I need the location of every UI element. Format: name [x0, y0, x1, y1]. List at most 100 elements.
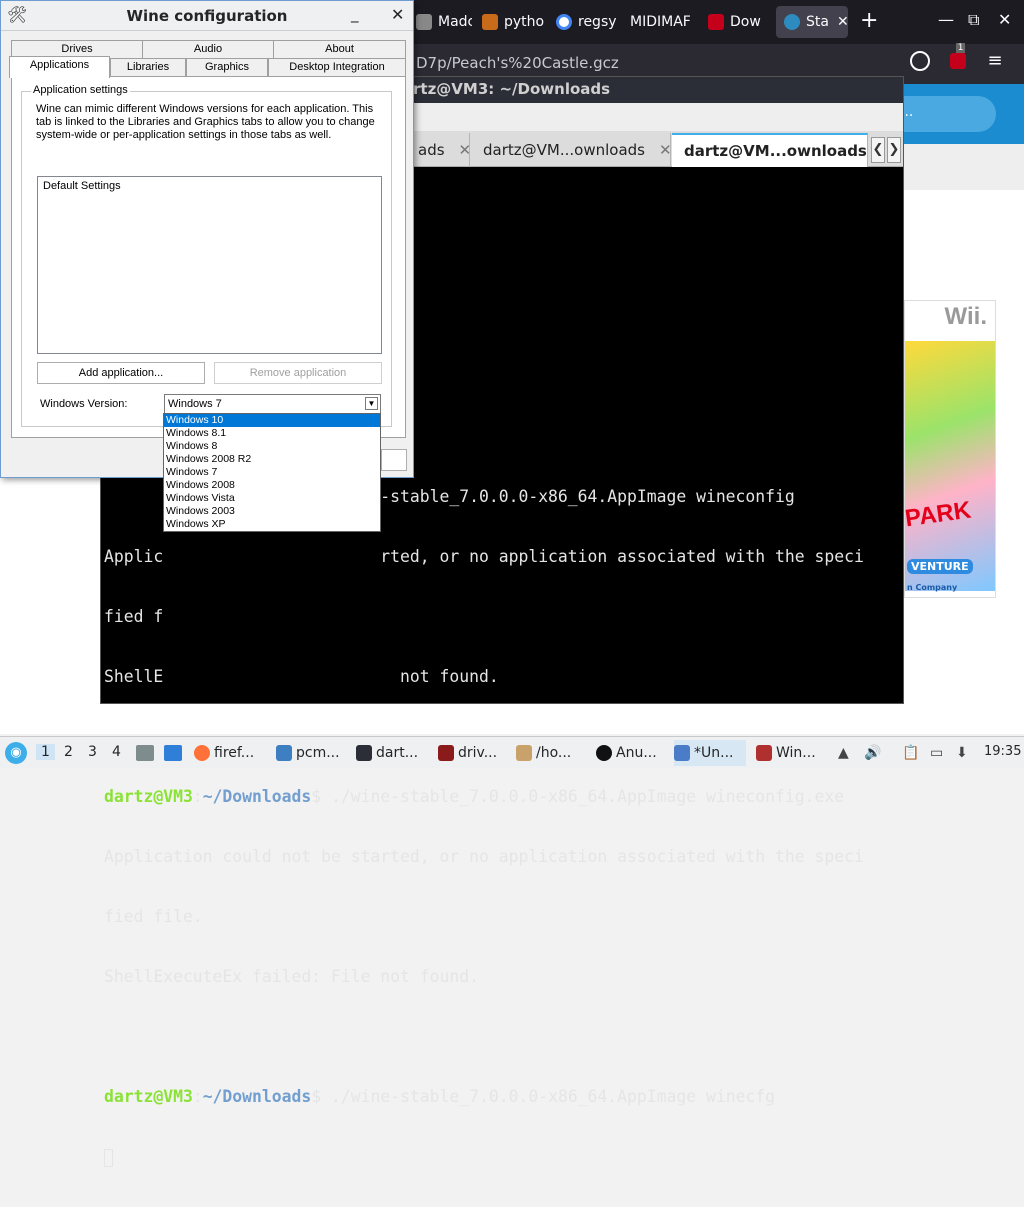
desktop-2[interactable]: 2 [64, 744, 73, 760]
volume-icon[interactable]: 🔊 [864, 745, 881, 761]
remove-application-button[interactable]: Remove application [214, 362, 382, 384]
tray-arrow-icon[interactable]: ▲ [838, 745, 849, 761]
dialog-titlebar[interactable]: 🛠 Wine configuration _ ✕ [1, 1, 413, 31]
clock: 19:35 [984, 744, 1022, 759]
version-option[interactable]: Windows 2003 [164, 505, 380, 518]
terminal-prompt-line: dartz@VM3:~/Downloads$ ./wine-stable_7.0… [104, 1087, 776, 1106]
terminal-output[interactable]: -stable_7.0.0.0-x86_64.AppImage wineconf… [104, 447, 900, 1207]
extension-icon[interactable]: 1 [949, 43, 966, 69]
close-icon[interactable]: ✕ [391, 5, 404, 24]
tab-graphics[interactable]: Graphics [186, 58, 268, 76]
close-tab-icon[interactable]: ✕ [459, 141, 469, 159]
prompt-command: $ ./wine-stable_7.0.0.0-x86_64.AppImage … [311, 787, 845, 806]
windows-version-value: Windows 7 [168, 398, 222, 410]
tab-favicon-icon [708, 14, 724, 30]
new-tab-button[interactable]: + [860, 8, 878, 33]
desktop-3[interactable]: 3 [88, 744, 97, 760]
task-wine[interactable]: Win... [756, 740, 828, 766]
prompt-command: $ ./wine-stable_7.0.0.0-x86_64.AppImage … [311, 1087, 776, 1106]
browser-tab[interactable]: pytho [474, 6, 546, 38]
clipboard-icon[interactable]: 📋 [902, 745, 919, 761]
tab-libraries[interactable]: Libraries [110, 58, 186, 76]
browser-tab[interactable]: MIDIMAF [622, 6, 700, 38]
application-list[interactable]: Default Settings [37, 176, 382, 354]
restore-icon[interactable]: ⧉ [968, 10, 979, 30]
close-icon[interactable]: ✕ [998, 10, 1011, 29]
browser-tab-active[interactable]: Sta ✕ [776, 6, 848, 38]
version-option[interactable]: Windows 2008 [164, 479, 380, 492]
prompt-path: ~/Downloads [202, 787, 312, 806]
terminal-line: ShellExecuteEx failed: File not found. [104, 967, 479, 986]
list-item[interactable]: Default Settings [43, 180, 121, 192]
url-bar[interactable]: D7p/Peach's%20Castle.gcz [416, 54, 619, 72]
version-option[interactable]: Windows 8.1 [164, 427, 380, 440]
desktop-4[interactable]: 4 [112, 744, 121, 760]
browser-tab[interactable]: regsy [548, 6, 622, 38]
task-terminal[interactable]: dart... [356, 740, 428, 766]
version-option[interactable]: Windows 8 [164, 440, 380, 453]
dialog-button[interactable] [381, 449, 407, 471]
terminal-cursor-line [104, 1147, 900, 1167]
tab-favicon-icon [416, 14, 432, 30]
task-anu[interactable]: Anu... [596, 740, 666, 766]
sync-icon[interactable] [910, 51, 930, 71]
desktop-1[interactable]: 1 [36, 744, 55, 760]
minimize-icon[interactable]: _ [351, 5, 359, 23]
terminal-icon [356, 745, 372, 761]
python-icon [482, 14, 498, 30]
task-pcmanfm[interactable]: pcm... [276, 740, 348, 766]
version-option[interactable]: Windows Vista [164, 492, 380, 505]
task-home[interactable]: /ho... [516, 740, 582, 766]
task-drive[interactable]: driv... [438, 740, 508, 766]
network-icon[interactable]: ▭ [930, 745, 943, 761]
task-editor[interactable]: *Un... [674, 740, 746, 766]
terminal-tab[interactable]: ads ✕ [406, 133, 470, 167]
windows-version-label: Windows Version: [40, 398, 128, 410]
browser-tab[interactable]: Madc [408, 6, 472, 38]
terminal-tab[interactable]: dartz@VM...ownloads ✕ [471, 133, 671, 167]
updates-icon[interactable]: ⬇ [956, 745, 968, 761]
version-option[interactable]: Windows XP [164, 518, 380, 531]
terminal-title: rtz@VM3: ~/Downloads [413, 80, 611, 98]
terminal-line: Applic rted, or no application associate… [104, 547, 864, 566]
version-option[interactable]: Windows 7 [164, 466, 380, 479]
terminal-tab-active[interactable]: dartz@VM...ownloads✕ [672, 133, 868, 167]
toolbar-icons: 1 ≡ [910, 43, 1003, 71]
terminal-cursor [104, 1148, 113, 1167]
version-option[interactable]: Windows 10 [164, 414, 380, 427]
game-cover-image: Wii. PARK VENTURE n Company [904, 300, 996, 598]
penguin-icon [596, 745, 612, 761]
version-option[interactable]: Windows 2008 R2 [164, 453, 380, 466]
folder-icon [276, 745, 292, 761]
menu-icon[interactable]: ≡ [987, 50, 1002, 71]
show-desktop-icon[interactable] [164, 745, 182, 761]
cover-art [905, 341, 995, 591]
scroll-right-icon[interactable]: ❯ [887, 137, 901, 163]
archive-icon [516, 745, 532, 761]
prompt-path: ~/Downloads [202, 1087, 312, 1106]
minimize-icon[interactable]: — [938, 10, 954, 29]
windows-version-select[interactable]: Windows 7 ▼ [164, 394, 381, 414]
description-text: Wine can mimic different Windows version… [36, 103, 375, 141]
close-tab-icon[interactable]: ✕ [837, 14, 848, 30]
tab-applications[interactable]: Applications [9, 56, 110, 78]
tab-desktop-integration[interactable]: Desktop Integration [268, 58, 406, 76]
start-menu-icon[interactable]: ◉ [5, 742, 27, 764]
close-tab-icon[interactable]: ✕ [659, 141, 670, 159]
task-firefox[interactable]: firef... [194, 740, 268, 766]
windows-version-dropdown[interactable]: Windows 10 Windows 8.1 Windows 8 Windows… [163, 413, 381, 532]
tab-about[interactable]: About [273, 40, 406, 58]
terminal-prompt-line: dartz@VM3:~/Downloads$ ./wine-stable_7.0… [104, 787, 845, 806]
taskbar: ◉ 1 2 3 4 firef... pcm... dart... driv..… [0, 736, 1024, 768]
files-icon[interactable] [136, 745, 154, 761]
google-icon [556, 14, 572, 30]
site-strip [900, 144, 1024, 190]
scroll-left-icon[interactable]: ❮ [871, 137, 885, 163]
chevron-down-icon[interactable]: ▼ [365, 397, 378, 410]
add-application-button[interactable]: Add application... [37, 362, 205, 384]
extension-badge: 1 [955, 43, 966, 53]
browser-tab[interactable]: Dow [700, 6, 772, 38]
terminal-line: ShellE not found. [104, 667, 499, 686]
tab-audio[interactable]: Audio [142, 40, 274, 58]
